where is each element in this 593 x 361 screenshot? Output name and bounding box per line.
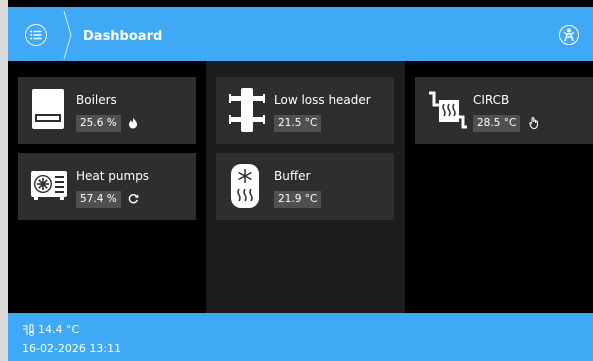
header-bar: Dashboard <box>8 7 593 61</box>
tile-value: 57.4 % <box>76 191 121 208</box>
heating-circuit-icon <box>429 91 467 129</box>
tile-buffer[interactable]: Buffer 21.9 °C <box>216 153 394 220</box>
low-loss-header-icon <box>229 88 265 132</box>
tile-value: 21.5 °C <box>274 115 322 132</box>
tile-label: Heat pumps <box>76 169 150 183</box>
outdoor-temperature: 14.4 °C <box>22 323 79 336</box>
outdoor-thermometer-icon <box>23 323 34 336</box>
heat-pump-icon <box>31 171 67 200</box>
tile-label: Boilers <box>76 93 117 107</box>
tile-value: 25.6 % <box>76 115 121 132</box>
tile-value: 21.9 °C <box>274 191 322 208</box>
cycle-icon <box>128 194 139 204</box>
tile-low-loss-header[interactable]: Low loss header 21.5 °C <box>216 77 394 144</box>
tile-label: Low loss header <box>274 93 371 107</box>
breadcrumb-divider <box>63 11 72 59</box>
tile-heat-pumps[interactable]: Heat pumps 57.4 % <box>18 153 196 220</box>
user-button[interactable] <box>559 25 579 45</box>
tile-boilers[interactable]: Boilers 25.6 % <box>18 77 196 144</box>
page-title: Dashboard <box>83 29 163 44</box>
tile-value: 28.5 °C <box>473 115 521 132</box>
tile-circb[interactable]: CIRCB 28.5 °C <box>415 77 593 144</box>
status-footer: 14.4 °C 16-02-2026 13:11 <box>8 313 593 361</box>
flame-icon <box>129 117 137 129</box>
outdoor-temperature-value: 14.4 °C <box>38 323 80 336</box>
hand-icon <box>529 117 538 129</box>
tile-label: Buffer <box>274 169 311 183</box>
tile-label: CIRCB <box>473 93 510 107</box>
date-time: 16-02-2026 13:11 <box>22 342 122 355</box>
boiler-icon <box>32 89 64 129</box>
menu-list-icon <box>30 30 42 40</box>
app-frame: Dashboard Boilers 25.6 % Heat pumps 57.4… <box>8 0 593 361</box>
user-icon <box>563 28 575 42</box>
menu-button[interactable] <box>25 24 47 46</box>
buffer-tank-icon <box>231 164 259 208</box>
